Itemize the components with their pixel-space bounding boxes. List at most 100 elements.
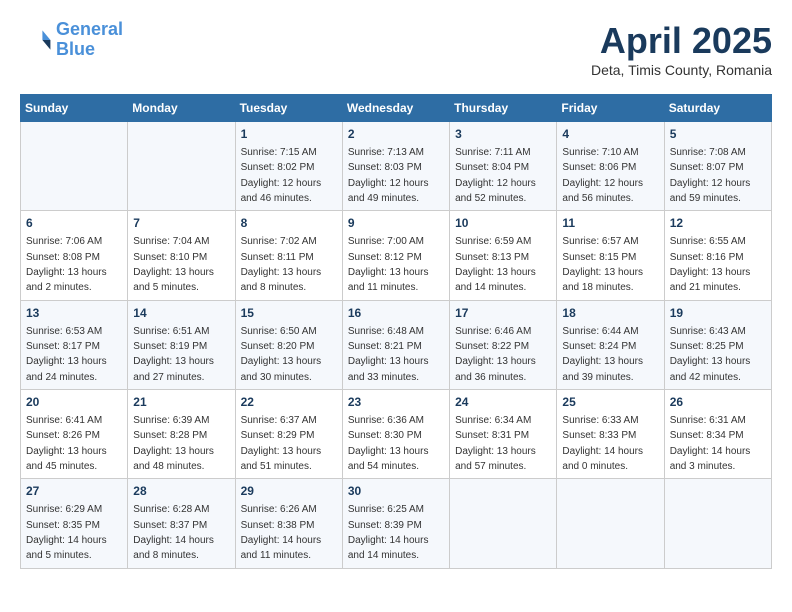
calendar-cell: 17 Sunrise: 6:46 AMSunset: 8:22 PMDaylig… bbox=[450, 300, 557, 389]
calendar-cell: 27 Sunrise: 6:29 AMSunset: 8:35 PMDaylig… bbox=[21, 479, 128, 568]
calendar-week-2: 6 Sunrise: 7:06 AMSunset: 8:08 PMDayligh… bbox=[21, 211, 772, 300]
logo-text: General Blue bbox=[56, 20, 123, 60]
weekday-header-wednesday: Wednesday bbox=[342, 95, 449, 122]
calendar-cell: 24 Sunrise: 6:34 AMSunset: 8:31 PMDaylig… bbox=[450, 390, 557, 479]
calendar-cell: 16 Sunrise: 6:48 AMSunset: 8:21 PMDaylig… bbox=[342, 300, 449, 389]
day-info: Sunrise: 7:13 AMSunset: 8:03 PMDaylight:… bbox=[348, 147, 429, 204]
calendar-week-3: 13 Sunrise: 6:53 AMSunset: 8:17 PMDaylig… bbox=[21, 300, 772, 389]
day-number: 28 bbox=[133, 483, 229, 500]
day-info: Sunrise: 6:25 AMSunset: 8:39 PMDaylight:… bbox=[348, 504, 429, 561]
day-number: 30 bbox=[348, 483, 444, 500]
calendar-cell: 8 Sunrise: 7:02 AMSunset: 8:11 PMDayligh… bbox=[235, 211, 342, 300]
calendar-cell: 9 Sunrise: 7:00 AMSunset: 8:12 PMDayligh… bbox=[342, 211, 449, 300]
calendar-week-5: 27 Sunrise: 6:29 AMSunset: 8:35 PMDaylig… bbox=[21, 479, 772, 568]
day-info: Sunrise: 6:59 AMSunset: 8:13 PMDaylight:… bbox=[455, 236, 536, 293]
calendar-cell: 25 Sunrise: 6:33 AMSunset: 8:33 PMDaylig… bbox=[557, 390, 664, 479]
day-number: 7 bbox=[133, 215, 229, 232]
calendar-cell: 20 Sunrise: 6:41 AMSunset: 8:26 PMDaylig… bbox=[21, 390, 128, 479]
calendar-cell: 6 Sunrise: 7:06 AMSunset: 8:08 PMDayligh… bbox=[21, 211, 128, 300]
day-number: 24 bbox=[455, 394, 551, 411]
calendar-cell: 4 Sunrise: 7:10 AMSunset: 8:06 PMDayligh… bbox=[557, 122, 664, 211]
day-number: 16 bbox=[348, 305, 444, 322]
calendar-cell: 11 Sunrise: 6:57 AMSunset: 8:15 PMDaylig… bbox=[557, 211, 664, 300]
day-info: Sunrise: 7:02 AMSunset: 8:11 PMDaylight:… bbox=[241, 236, 322, 293]
calendar-cell bbox=[664, 479, 771, 568]
logo: General Blue bbox=[20, 20, 123, 60]
day-number: 11 bbox=[562, 215, 658, 232]
weekday-header-thursday: Thursday bbox=[450, 95, 557, 122]
day-number: 3 bbox=[455, 126, 551, 143]
day-info: Sunrise: 6:33 AMSunset: 8:33 PMDaylight:… bbox=[562, 415, 643, 472]
day-info: Sunrise: 6:55 AMSunset: 8:16 PMDaylight:… bbox=[670, 236, 751, 293]
day-number: 29 bbox=[241, 483, 337, 500]
calendar-cell: 29 Sunrise: 6:26 AMSunset: 8:38 PMDaylig… bbox=[235, 479, 342, 568]
calendar-cell: 5 Sunrise: 7:08 AMSunset: 8:07 PMDayligh… bbox=[664, 122, 771, 211]
day-info: Sunrise: 6:44 AMSunset: 8:24 PMDaylight:… bbox=[562, 326, 643, 383]
day-number: 27 bbox=[26, 483, 122, 500]
day-number: 1 bbox=[241, 126, 337, 143]
calendar-cell: 1 Sunrise: 7:15 AMSunset: 8:02 PMDayligh… bbox=[235, 122, 342, 211]
day-number: 2 bbox=[348, 126, 444, 143]
day-number: 8 bbox=[241, 215, 337, 232]
calendar-cell bbox=[21, 122, 128, 211]
month-title: April 2025 bbox=[591, 20, 772, 62]
calendar-cell: 21 Sunrise: 6:39 AMSunset: 8:28 PMDaylig… bbox=[128, 390, 235, 479]
day-info: Sunrise: 7:10 AMSunset: 8:06 PMDaylight:… bbox=[562, 147, 643, 204]
day-info: Sunrise: 6:29 AMSunset: 8:35 PMDaylight:… bbox=[26, 504, 107, 561]
day-info: Sunrise: 6:37 AMSunset: 8:29 PMDaylight:… bbox=[241, 415, 322, 472]
day-info: Sunrise: 7:15 AMSunset: 8:02 PMDaylight:… bbox=[241, 147, 322, 204]
day-info: Sunrise: 7:00 AMSunset: 8:12 PMDaylight:… bbox=[348, 236, 429, 293]
title-block: April 2025 Deta, Timis County, Romania bbox=[591, 20, 772, 78]
day-number: 13 bbox=[26, 305, 122, 322]
calendar-cell bbox=[128, 122, 235, 211]
day-info: Sunrise: 7:11 AMSunset: 8:04 PMDaylight:… bbox=[455, 147, 536, 204]
weekday-header-monday: Monday bbox=[128, 95, 235, 122]
calendar-cell: 18 Sunrise: 6:44 AMSunset: 8:24 PMDaylig… bbox=[557, 300, 664, 389]
day-number: 12 bbox=[670, 215, 766, 232]
day-number: 22 bbox=[241, 394, 337, 411]
day-number: 26 bbox=[670, 394, 766, 411]
calendar-cell: 19 Sunrise: 6:43 AMSunset: 8:25 PMDaylig… bbox=[664, 300, 771, 389]
day-info: Sunrise: 6:50 AMSunset: 8:20 PMDaylight:… bbox=[241, 326, 322, 383]
day-number: 19 bbox=[670, 305, 766, 322]
calendar-cell: 3 Sunrise: 7:11 AMSunset: 8:04 PMDayligh… bbox=[450, 122, 557, 211]
weekday-header-saturday: Saturday bbox=[664, 95, 771, 122]
day-info: Sunrise: 6:53 AMSunset: 8:17 PMDaylight:… bbox=[26, 326, 107, 383]
day-number: 14 bbox=[133, 305, 229, 322]
calendar-cell: 7 Sunrise: 7:04 AMSunset: 8:10 PMDayligh… bbox=[128, 211, 235, 300]
day-number: 23 bbox=[348, 394, 444, 411]
day-info: Sunrise: 7:04 AMSunset: 8:10 PMDaylight:… bbox=[133, 236, 214, 293]
calendar-cell: 23 Sunrise: 6:36 AMSunset: 8:30 PMDaylig… bbox=[342, 390, 449, 479]
day-info: Sunrise: 7:08 AMSunset: 8:07 PMDaylight:… bbox=[670, 147, 751, 204]
day-number: 20 bbox=[26, 394, 122, 411]
location-subtitle: Deta, Timis County, Romania bbox=[591, 62, 772, 78]
calendar-cell: 14 Sunrise: 6:51 AMSunset: 8:19 PMDaylig… bbox=[128, 300, 235, 389]
calendar-cell: 26 Sunrise: 6:31 AMSunset: 8:34 PMDaylig… bbox=[664, 390, 771, 479]
calendar-cell: 30 Sunrise: 6:25 AMSunset: 8:39 PMDaylig… bbox=[342, 479, 449, 568]
day-info: Sunrise: 7:06 AMSunset: 8:08 PMDaylight:… bbox=[26, 236, 107, 293]
day-info: Sunrise: 6:34 AMSunset: 8:31 PMDaylight:… bbox=[455, 415, 536, 472]
weekday-header-sunday: Sunday bbox=[21, 95, 128, 122]
day-info: Sunrise: 6:36 AMSunset: 8:30 PMDaylight:… bbox=[348, 415, 429, 472]
day-number: 18 bbox=[562, 305, 658, 322]
day-info: Sunrise: 6:57 AMSunset: 8:15 PMDaylight:… bbox=[562, 236, 643, 293]
day-info: Sunrise: 6:43 AMSunset: 8:25 PMDaylight:… bbox=[670, 326, 751, 383]
weekday-header-tuesday: Tuesday bbox=[235, 95, 342, 122]
logo-general: General bbox=[56, 19, 123, 39]
day-number: 17 bbox=[455, 305, 551, 322]
day-info: Sunrise: 6:28 AMSunset: 8:37 PMDaylight:… bbox=[133, 504, 214, 561]
calendar-cell: 15 Sunrise: 6:50 AMSunset: 8:20 PMDaylig… bbox=[235, 300, 342, 389]
calendar-cell bbox=[557, 479, 664, 568]
day-number: 9 bbox=[348, 215, 444, 232]
weekday-header-row: SundayMondayTuesdayWednesdayThursdayFrid… bbox=[21, 95, 772, 122]
day-number: 21 bbox=[133, 394, 229, 411]
logo-blue: Blue bbox=[56, 39, 95, 59]
day-info: Sunrise: 6:26 AMSunset: 8:38 PMDaylight:… bbox=[241, 504, 322, 561]
day-number: 15 bbox=[241, 305, 337, 322]
calendar-cell: 13 Sunrise: 6:53 AMSunset: 8:17 PMDaylig… bbox=[21, 300, 128, 389]
day-info: Sunrise: 6:48 AMSunset: 8:21 PMDaylight:… bbox=[348, 326, 429, 383]
day-number: 25 bbox=[562, 394, 658, 411]
day-number: 6 bbox=[26, 215, 122, 232]
page-header: General Blue April 2025 Deta, Timis Coun… bbox=[20, 20, 772, 78]
calendar-cell bbox=[450, 479, 557, 568]
